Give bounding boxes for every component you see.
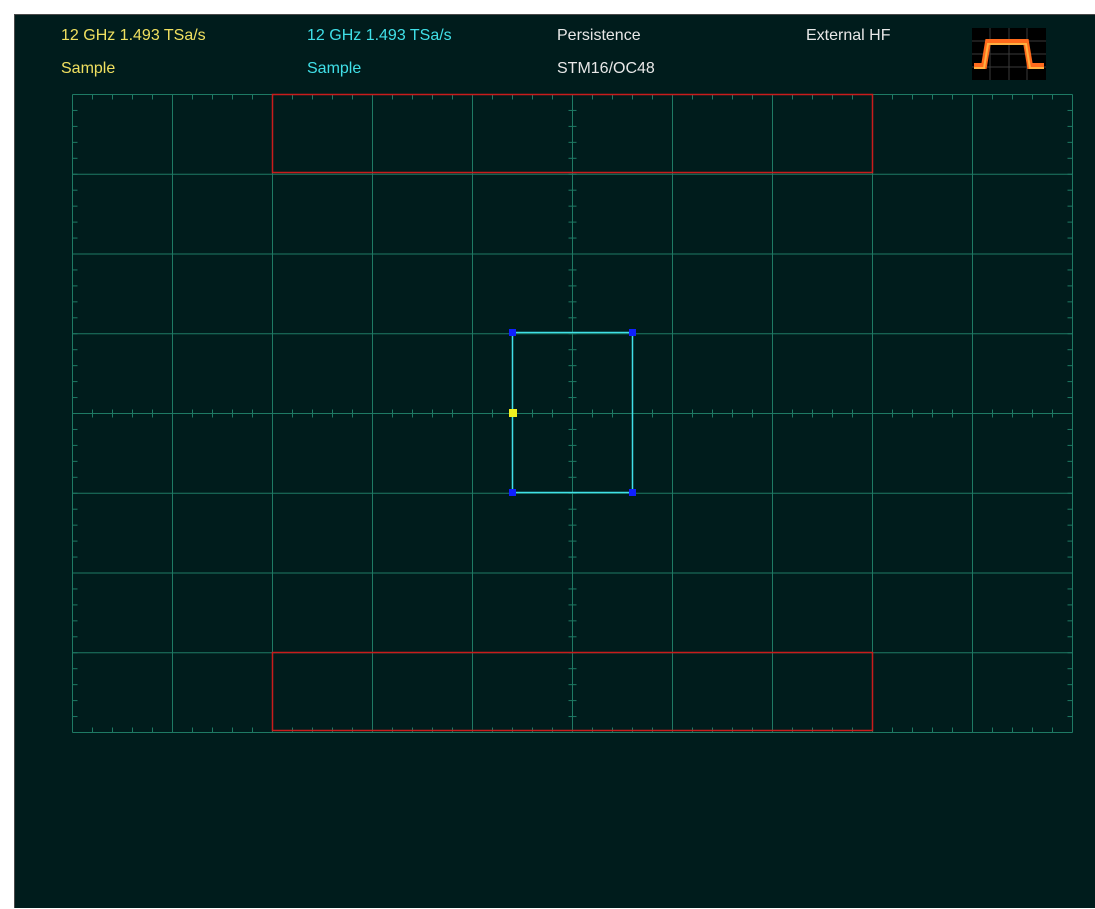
oscilloscope-frame: 12 GHz 1.493 TSa/s Sample 12 GHz 1.493 T… xyxy=(0,0,1095,908)
cursor-handle-bottom-left[interactable] xyxy=(509,489,516,496)
graticule xyxy=(72,93,1073,733)
scope-display: 12 GHz 1.493 TSa/s Sample 12 GHz 1.493 T… xyxy=(14,14,1095,908)
cursor-handle-top-left[interactable] xyxy=(509,329,516,336)
reference-marker[interactable] xyxy=(509,409,517,417)
cursor-handle-bottom-right[interactable] xyxy=(629,489,636,496)
cursor-handle-top-right[interactable] xyxy=(629,329,636,336)
